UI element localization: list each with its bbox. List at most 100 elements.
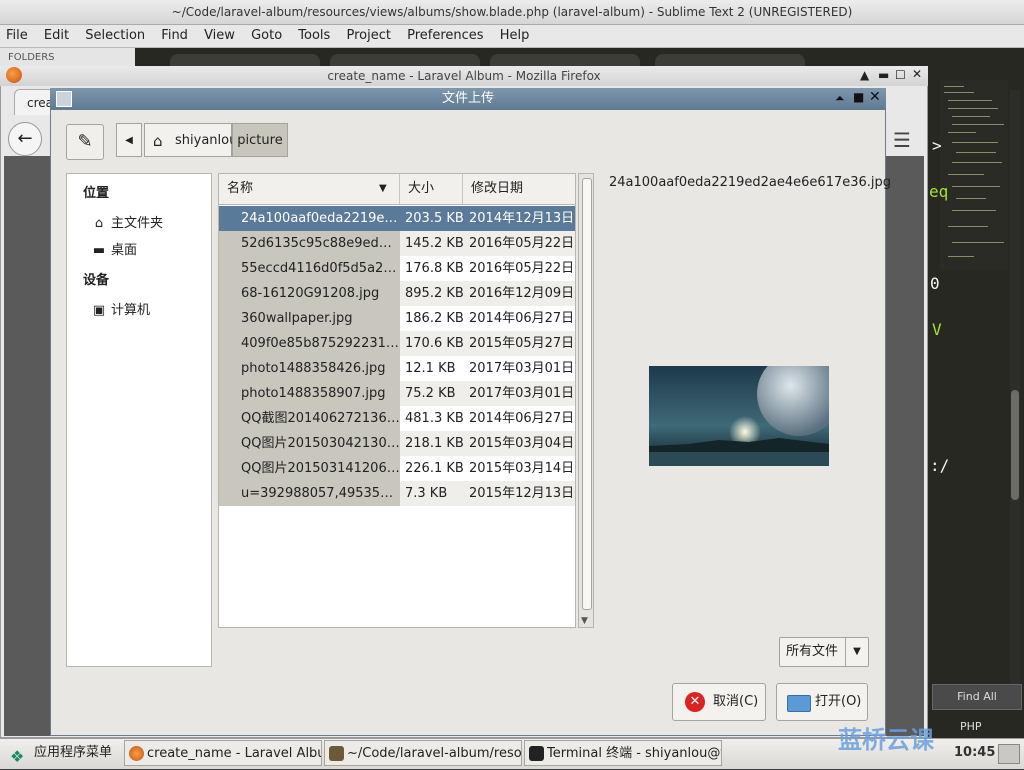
file-date: 2016年12月09日 bbox=[469, 286, 575, 301]
sublime-scrollbar-thumb[interactable] bbox=[1011, 390, 1019, 500]
maximize-icon[interactable]: ☐ bbox=[895, 68, 906, 82]
dialog-title: 文件上传 bbox=[50, 88, 886, 110]
place-label: 桌面 bbox=[111, 243, 138, 258]
file-name: QQ图片201503042130.jpg bbox=[219, 431, 400, 456]
sublime-icon bbox=[329, 746, 344, 761]
file-name: photo1488358907.jpg bbox=[219, 381, 400, 406]
scroll-down-icon[interactable]: ▼ bbox=[581, 616, 588, 626]
terminal-icon bbox=[529, 746, 544, 761]
file-size: 895.2 KB bbox=[405, 286, 464, 301]
edit-location-button[interactable]: ✎ bbox=[66, 124, 104, 160]
window-menu-icon[interactable] bbox=[56, 91, 72, 107]
place-home-folder[interactable]: ⌂ 主文件夹 bbox=[91, 212, 163, 231]
menu-view[interactable]: View bbox=[198, 25, 241, 47]
desktop-icon: ▬ bbox=[92, 243, 106, 258]
file-row[interactable]: 55eccd4116d0f5d5a21.jpg 176.8 KB 2016年05月2… bbox=[219, 256, 575, 281]
hamburger-menu-icon[interactable]: ☰ bbox=[893, 128, 911, 152]
file-row[interactable]: photo1488358907.jpg 75.2 KB 2017年03月01日 bbox=[219, 381, 575, 406]
sublime-minimap[interactable] bbox=[940, 80, 1008, 270]
menu-edit[interactable]: Edit bbox=[38, 25, 75, 47]
code-fragment: > bbox=[932, 136, 942, 155]
file-size: 218.1 KB bbox=[405, 436, 464, 451]
syntax-label[interactable]: PHP bbox=[960, 720, 982, 733]
back-arrow-icon[interactable]: ← bbox=[8, 122, 42, 156]
file-size: 75.2 KB bbox=[405, 386, 456, 401]
file-row[interactable]: 360wallpaper.jpg 186.2 KB 2014年06月27日 bbox=[219, 306, 575, 331]
applications-menu-button[interactable]: ❖ 应用程序菜单 bbox=[4, 740, 112, 766]
place-label: 主文件夹 bbox=[111, 216, 164, 231]
dialog-minimize-icon[interactable]: ⏶ bbox=[835, 91, 845, 106]
sidebar-folders-header: FOLDERS bbox=[8, 52, 55, 63]
path-back-button[interactable]: ◀ bbox=[116, 123, 142, 157]
restore-icon[interactable]: ▬ bbox=[878, 68, 889, 82]
file-list[interactable]: 名称 ▼ 大小 修改日期 24a100aaf0eda2219ed2ae4e6e6… bbox=[218, 173, 576, 628]
file-name: 409f0e85b875292231.jpg bbox=[219, 331, 400, 356]
cancel-button[interactable]: ✕ 取消(C) bbox=[672, 683, 766, 721]
preview-filename: 24a100aaf0eda2219ed2ae4e6e617e36.jpg bbox=[609, 175, 892, 190]
place-computer[interactable]: ▣ 计算机 bbox=[91, 299, 150, 318]
file-row[interactable]: 24a100aaf0eda2219ed2ae4e6e617e36.jpg 203.… bbox=[219, 206, 575, 231]
menu-tools[interactable]: Tools bbox=[292, 25, 336, 47]
file-row[interactable]: 68-16120G91208.jpg 895.2 KB 2016年12月09日 bbox=[219, 281, 575, 306]
file-name: QQ图片201503141206.jpg bbox=[219, 456, 400, 481]
menu-preferences[interactable]: Preferences bbox=[401, 25, 489, 47]
file-row[interactable]: QQ图片201503141206.jpg 226.1 KB 2015年03月14日 bbox=[219, 456, 575, 481]
menu-find[interactable]: Find bbox=[155, 25, 194, 47]
firefox-icon bbox=[129, 746, 144, 761]
task-label: Terminal 终端 - shiyanlou@f… bbox=[547, 746, 722, 761]
file-date: 2017年03月01日 bbox=[469, 361, 575, 376]
taskbar-item-terminal[interactable]: Terminal 终端 - shiyanlou@f… bbox=[524, 740, 722, 766]
file-size: 203.5 KB bbox=[405, 211, 464, 226]
path-home-button[interactable]: ⌂ shiyanlou bbox=[144, 123, 237, 157]
chevron-left-icon: ◀ bbox=[125, 135, 133, 146]
file-type-filter[interactable]: 所有文件 ▼ bbox=[779, 637, 869, 667]
menu-help[interactable]: Help bbox=[494, 25, 536, 47]
keyboard-icon[interactable] bbox=[998, 744, 1020, 764]
file-size: 145.2 KB bbox=[405, 236, 464, 251]
scrollbar-thumb[interactable] bbox=[582, 178, 592, 610]
file-size: 481.3 KB bbox=[405, 411, 464, 426]
file-row[interactable]: QQ截图201406272136.jpg 481.3 KB 2014年06月27日 bbox=[219, 406, 575, 431]
place-desktop[interactable]: ▬ 桌面 bbox=[91, 239, 137, 258]
file-name: 68-16120G91208.jpg bbox=[219, 281, 400, 306]
folder-icon bbox=[787, 695, 811, 712]
image-preview bbox=[649, 366, 829, 466]
file-size: 226.1 KB bbox=[405, 461, 464, 476]
dialog-maximize-icon[interactable]: ■ bbox=[853, 90, 864, 104]
places-sidebar: 位置 ⌂ 主文件夹 ▬ 桌面 设备 ▣ 计算机 bbox=[66, 173, 212, 667]
file-date: 2015年03月14日 bbox=[469, 461, 575, 476]
taskbar-item-sublime[interactable]: ~/Code/laravel-album/reso… bbox=[324, 740, 522, 766]
file-date: 2016年05月22日 bbox=[469, 261, 575, 276]
column-name-header[interactable]: 名称 ▼ bbox=[219, 174, 400, 204]
task-label: create_name - Laravel Albu… bbox=[147, 746, 322, 761]
taskbar-item-firefox[interactable]: create_name - Laravel Albu… bbox=[124, 740, 322, 766]
file-row[interactable]: 409f0e85b875292231.jpg 170.6 KB 2015年05月27… bbox=[219, 331, 575, 356]
menu-goto[interactable]: Goto bbox=[245, 25, 288, 47]
column-size-header[interactable]: 大小 bbox=[400, 174, 463, 204]
file-date: 2014年12月13日 bbox=[469, 211, 575, 226]
firefox-logo-icon bbox=[6, 67, 22, 83]
file-row[interactable]: QQ图片201503042130.jpg 218.1 KB 2015年03月04日 bbox=[219, 431, 575, 456]
clock: 10:45 bbox=[954, 745, 996, 760]
file-row[interactable]: photo1488358426.jpg 12.1 KB 2017年03月01日 bbox=[219, 356, 575, 381]
sort-descending-icon: ▼ bbox=[379, 183, 387, 194]
file-name: photo1488358426.jpg bbox=[219, 356, 400, 381]
file-date: 2015年05月27日 bbox=[469, 336, 575, 351]
find-all-button[interactable]: Find All bbox=[932, 684, 1022, 710]
file-size: 176.8 KB bbox=[405, 261, 464, 276]
menu-project[interactable]: Project bbox=[340, 25, 396, 47]
close-icon[interactable]: ✕ bbox=[912, 67, 922, 81]
open-button[interactable]: 打开(O) bbox=[776, 683, 868, 721]
menu-selection[interactable]: Selection bbox=[79, 25, 151, 47]
file-size: 186.2 KB bbox=[405, 311, 464, 326]
file-list-scrollbar[interactable]: ▼ bbox=[578, 173, 594, 628]
dialog-close-icon[interactable]: ✕ bbox=[869, 89, 881, 105]
file-row[interactable]: u=392988057,495350.jpg 7.3 KB 2015年12月13日 bbox=[219, 481, 575, 506]
menu-file[interactable]: File bbox=[0, 25, 34, 47]
column-date-header[interactable]: 修改日期 bbox=[463, 174, 575, 204]
browser-tab[interactable]: crea bbox=[14, 89, 54, 115]
path-current-button[interactable]: picture bbox=[232, 123, 288, 157]
filter-label: 所有文件 bbox=[786, 644, 839, 659]
file-row[interactable]: 52d6135c95c88e9ed4c.jpg 145.2 KB 2016年05月2… bbox=[219, 231, 575, 256]
minimize-icon[interactable]: ▲ bbox=[860, 68, 869, 82]
